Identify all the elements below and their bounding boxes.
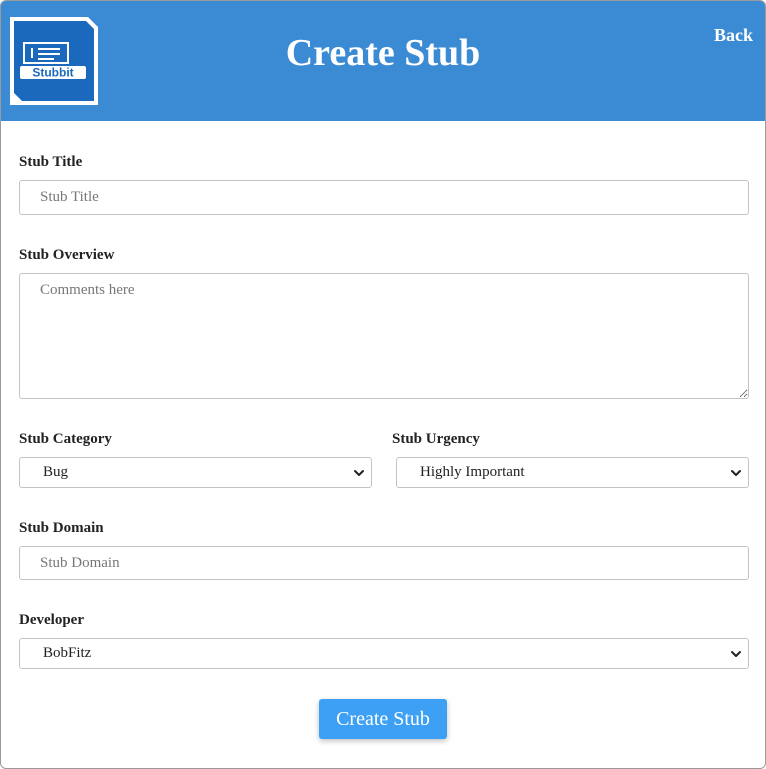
- stub-domain-input[interactable]: [19, 546, 749, 580]
- stub-urgency-select[interactable]: Highly Important: [396, 457, 749, 488]
- page-title: Create Stub: [285, 32, 481, 74]
- stub-urgency-label: Stub Urgency: [392, 431, 480, 447]
- header-bar: Stubbit Create Stub Back: [1, 1, 765, 121]
- back-link[interactable]: Back: [714, 25, 753, 46]
- chevron-down-icon: [354, 470, 364, 476]
- stub-domain-label: Stub Domain: [19, 520, 104, 536]
- stub-overview-textarea[interactable]: [19, 273, 749, 399]
- developer-label: Developer: [19, 612, 84, 628]
- developer-select[interactable]: BobFitz: [19, 638, 749, 669]
- stub-overview-label: Stub Overview: [19, 247, 115, 263]
- stub-category-value: Bug: [43, 464, 69, 480]
- stub-category-select[interactable]: Bug: [19, 457, 372, 488]
- create-stub-button[interactable]: Create Stub: [319, 699, 447, 739]
- developer-value: BobFitz: [43, 645, 92, 661]
- stub-category-label: Stub Category: [19, 431, 112, 447]
- stub-title-label: Stub Title: [19, 154, 83, 170]
- chevron-down-icon: [731, 470, 741, 476]
- create-stub-window: Stubbit Create Stub Back Stub Title Stub…: [0, 0, 766, 769]
- stub-urgency-value: Highly Important: [420, 464, 525, 480]
- chevron-down-icon: [731, 651, 741, 657]
- stub-title-input[interactable]: [19, 180, 749, 215]
